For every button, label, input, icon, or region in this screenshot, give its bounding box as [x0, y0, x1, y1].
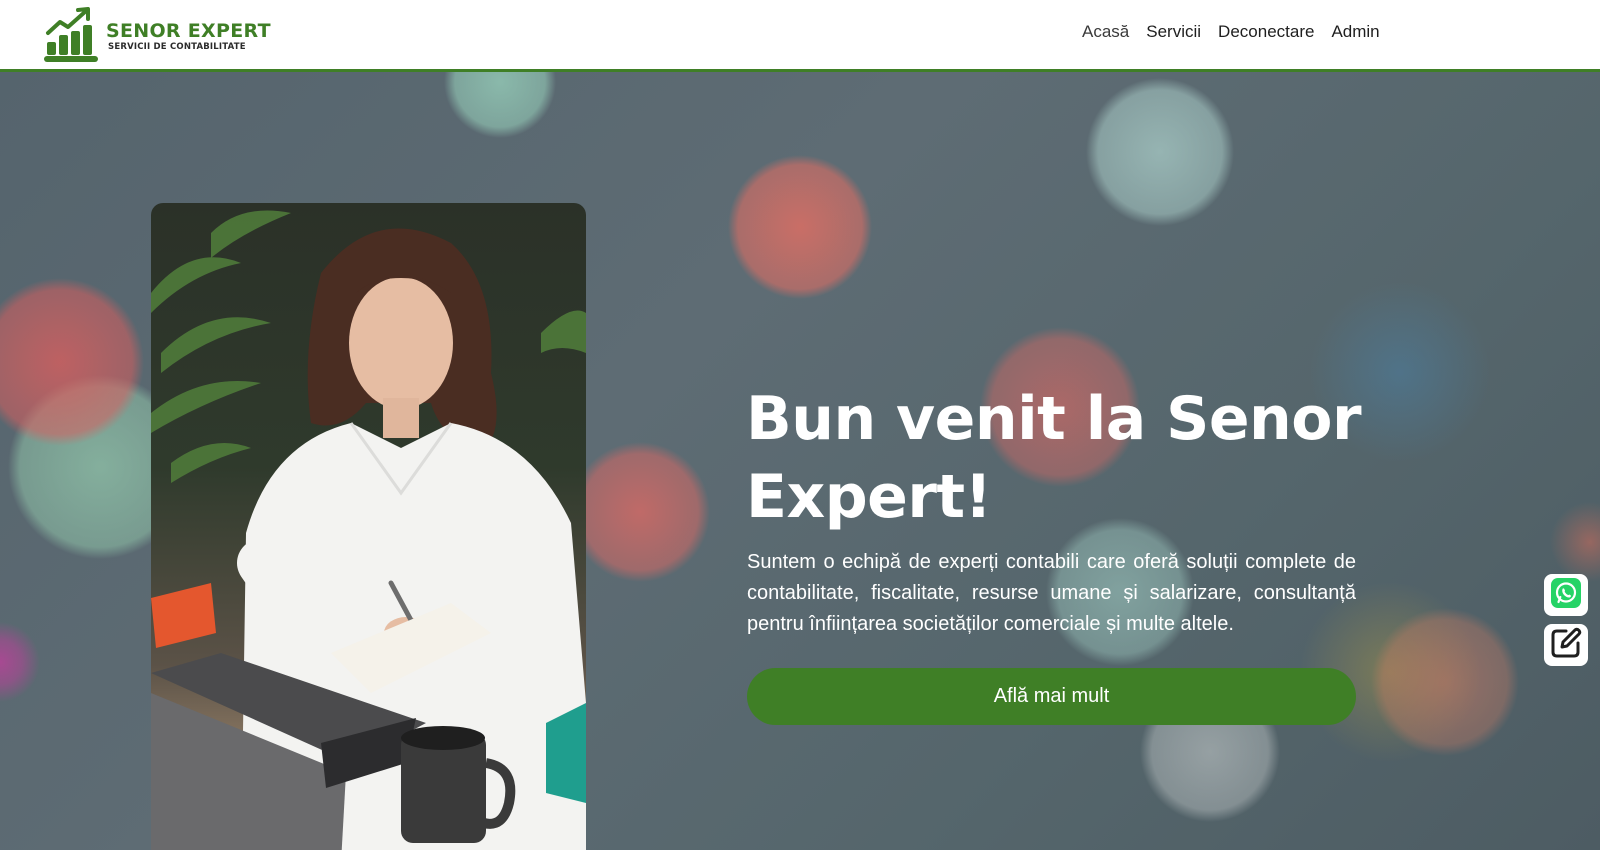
nav-item-admin[interactable]: Admin — [1331, 22, 1379, 42]
growth-chart-icon — [42, 7, 100, 65]
nav-item-deconectare[interactable]: Deconectare — [1218, 22, 1314, 42]
brand-logo[interactable]: SENOR EXPERT SERVICII DE CONTABILITATE — [42, 7, 271, 65]
nav-item-acasa[interactable]: Acasă — [1082, 22, 1129, 42]
brand-name: SENOR EXPERT — [106, 20, 271, 42]
main-nav: Acasă Servicii Deconectare Admin — [1082, 22, 1397, 42]
whatsapp-icon — [1550, 577, 1582, 614]
edit-button[interactable] — [1544, 624, 1588, 666]
learn-more-button[interactable]: Află mai mult — [747, 668, 1356, 725]
nav-item-servicii[interactable]: Servicii — [1146, 22, 1201, 42]
whatsapp-button[interactable] — [1544, 574, 1588, 616]
hero-title: Bun venit la Senor Expert! — [746, 384, 1362, 532]
hero-description: Suntem o echipă de experți contabili car… — [747, 551, 1356, 635]
hero-section: Bun venit la Senor Expert! Suntem o echi… — [0, 72, 1600, 850]
site-header: SENOR EXPERT SERVICII DE CONTABILITATE A… — [0, 0, 1600, 72]
brand-tagline: SERVICII DE CONTABILITATE — [108, 42, 246, 52]
hero-photo — [151, 203, 586, 850]
edit-icon — [1549, 626, 1583, 665]
